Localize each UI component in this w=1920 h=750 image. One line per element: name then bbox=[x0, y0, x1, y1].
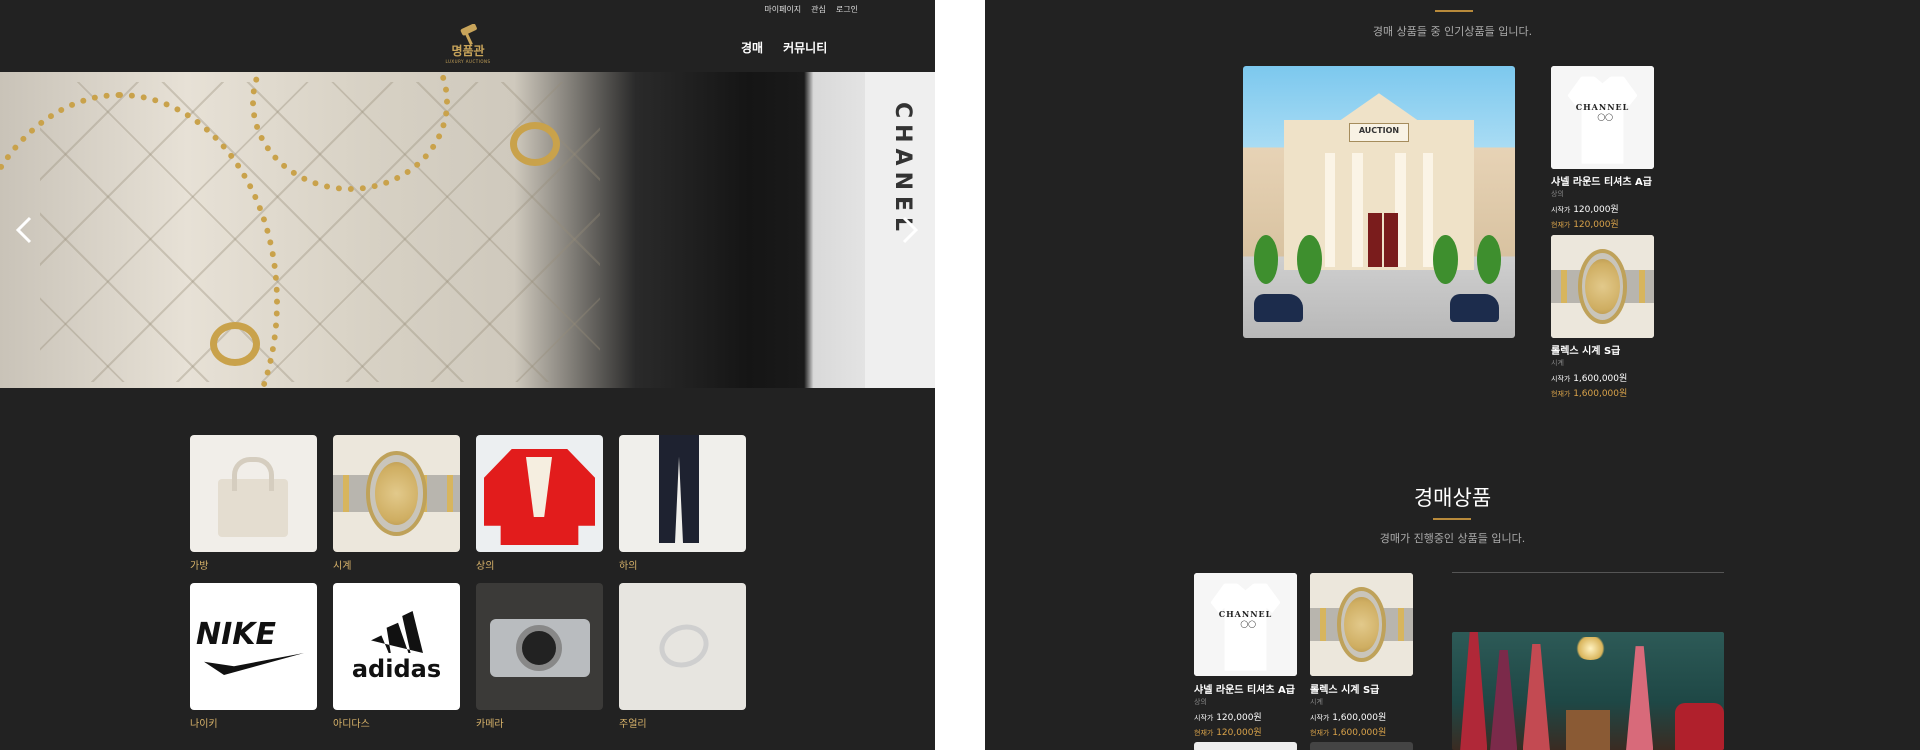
category-watch[interactable]: 시계 bbox=[333, 435, 460, 572]
start-price: 시작가 1,600,000원 bbox=[1551, 374, 1628, 384]
scrolled-page-panel: 경매 상품들 중 인기상품들 입니다. AUCTION CHANNEL ◯◯ 샤… bbox=[985, 0, 1920, 750]
product-image-watch[interactable] bbox=[1310, 573, 1413, 676]
logo-text: 명품관 bbox=[451, 44, 485, 58]
fashion-boutique-banner[interactable] bbox=[1452, 632, 1724, 750]
tshirt-brand-text: CHANNEL bbox=[1218, 609, 1273, 620]
login-link[interactable]: 로그인 bbox=[836, 4, 858, 15]
adidas-logo: adidas bbox=[333, 583, 460, 710]
category-label: 카메라 bbox=[476, 719, 504, 730]
category-label: 아디다스 bbox=[333, 719, 370, 730]
product-image-partial[interactable] bbox=[1310, 742, 1413, 750]
divider bbox=[1452, 572, 1724, 573]
favorites-link[interactable]: 관심 bbox=[811, 4, 826, 15]
hero-clasp bbox=[210, 322, 260, 366]
category-label: 하의 bbox=[619, 561, 638, 572]
current-price: 현재가 1,600,000원 bbox=[1310, 728, 1387, 738]
start-price: 시작가 120,000원 bbox=[1194, 713, 1262, 723]
pants-icon bbox=[619, 435, 746, 552]
hero-clasp bbox=[510, 122, 560, 166]
auction-subtitle: 경매가 진행중인 상품들 입니다. bbox=[1379, 532, 1526, 545]
product-image-partial[interactable] bbox=[1194, 742, 1297, 750]
category-label: 가방 bbox=[190, 561, 209, 572]
product-name[interactable]: 샤넬 라운드 티셔츠 A급 bbox=[1194, 681, 1295, 696]
nike-logo: NIKE bbox=[190, 583, 317, 710]
category-adidas[interactable]: adidas 아디다스 bbox=[333, 583, 460, 730]
ring-icon bbox=[619, 583, 746, 710]
site-logo[interactable]: 명품관 LUXURY AUCTIONS bbox=[428, 24, 508, 66]
product-category: 시계 bbox=[1310, 698, 1323, 706]
watch-icon bbox=[333, 435, 460, 552]
category-nike[interactable]: NIKE 나이키 bbox=[190, 583, 317, 730]
main-nav: 경매 커뮤니티 bbox=[741, 39, 827, 56]
header: 마이페이지 관심 로그인 명품관 LUXURY AUCTIONS 경매 커뮤니티 bbox=[0, 0, 935, 72]
chevron-left-icon bbox=[15, 216, 32, 244]
product-image-watch[interactable] bbox=[1551, 235, 1654, 338]
carousel-next-button[interactable] bbox=[898, 212, 922, 248]
hero-carousel: CHANEL bbox=[0, 72, 935, 388]
product-name[interactable]: 샤넬 라운드 티셔츠 A급 bbox=[1551, 173, 1652, 188]
category-top[interactable]: 상의 bbox=[476, 435, 603, 572]
nav-auction[interactable]: 경매 bbox=[741, 39, 763, 56]
logo-subtext: LUXURY AUCTIONS bbox=[445, 59, 491, 64]
popular-subtitle: 경매 상품들 중 인기상품들 입니다. bbox=[1372, 25, 1533, 38]
product-category: 상의 bbox=[1194, 698, 1207, 706]
handbag-icon bbox=[190, 435, 317, 552]
camera-icon bbox=[476, 583, 603, 710]
start-price: 시작가 120,000원 bbox=[1551, 205, 1619, 215]
product-category: 상의 bbox=[1551, 190, 1564, 198]
product-image-tshirt[interactable]: CHANNEL ◯◯ bbox=[1194, 573, 1297, 676]
product-category: 시계 bbox=[1551, 359, 1564, 367]
product-name[interactable]: 롤렉스 시계 S급 bbox=[1310, 681, 1379, 696]
start-price: 시작가 1,600,000원 bbox=[1310, 713, 1387, 723]
utility-links: 마이페이지 관심 로그인 bbox=[764, 4, 858, 15]
main-page-panel: 마이페이지 관심 로그인 명품관 LUXURY AUCTIONS 경매 커뮤니티… bbox=[0, 0, 935, 750]
current-price: 현재가 120,000원 bbox=[1194, 728, 1262, 738]
category-pants[interactable]: 하의 bbox=[619, 435, 746, 572]
current-price: 현재가 1,600,000원 bbox=[1551, 389, 1628, 399]
category-label: 주얼리 bbox=[619, 719, 647, 730]
category-bag[interactable]: 가방 bbox=[190, 435, 317, 572]
product-name[interactable]: 롤렉스 시계 S급 bbox=[1551, 342, 1620, 357]
chevron-right-icon bbox=[902, 216, 919, 244]
top-icon bbox=[476, 435, 603, 552]
mypage-link[interactable]: 마이페이지 bbox=[764, 4, 801, 15]
category-label: 나이키 bbox=[190, 719, 218, 730]
tshirt-brand-text: CHANNEL bbox=[1575, 102, 1630, 113]
divider bbox=[1433, 518, 1471, 520]
product-image-tshirt[interactable]: CHANNEL ◯◯ bbox=[1551, 66, 1654, 169]
auction-banner-image[interactable]: AUCTION bbox=[1243, 66, 1515, 338]
category-jewelry[interactable]: 주얼리 bbox=[619, 583, 746, 730]
divider bbox=[1435, 10, 1473, 12]
category-camera[interactable]: 카메라 bbox=[476, 583, 603, 730]
category-label: 상의 bbox=[476, 561, 495, 572]
auction-sign: AUCTION bbox=[1349, 123, 1409, 143]
category-label: 시계 bbox=[333, 561, 352, 572]
current-price: 현재가 120,000원 bbox=[1551, 220, 1619, 230]
carousel-prev-button[interactable] bbox=[12, 212, 36, 248]
auction-section-title: 경매상품 bbox=[1413, 486, 1492, 510]
nav-community[interactable]: 커뮤니티 bbox=[783, 39, 827, 56]
